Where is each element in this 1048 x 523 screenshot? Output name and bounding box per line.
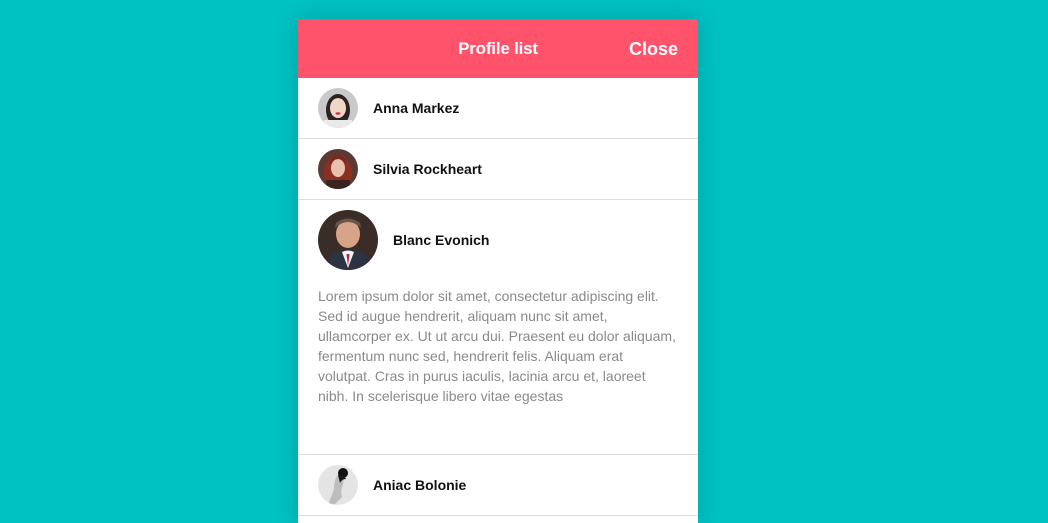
avatar-photo-woman-redhair-icon — [318, 149, 358, 189]
avatar-photo-woman-icon — [318, 88, 358, 128]
profile-item-anna-markez[interactable]: Anna Markez — [298, 78, 698, 139]
avatar-photo-man-suit-icon — [318, 210, 378, 270]
profile-item-blanc-evonich[interactable]: Blanc Evonich Lorem ipsum dolor sit amet… — [298, 200, 698, 455]
profile-item-silvia-rockheart[interactable]: Silvia Rockheart — [298, 139, 698, 200]
profile-item-aniac-bolonie[interactable]: Aniac Bolonie — [298, 455, 698, 516]
avatar-photo-woman-silhouette-icon — [318, 465, 358, 505]
profile-list-header: Profile list Close — [298, 19, 698, 78]
avatar — [318, 88, 358, 128]
profile-name: Anna Markez — [373, 100, 460, 116]
profile-item-header: Blanc Evonich — [318, 210, 678, 270]
avatar — [318, 210, 378, 270]
profile-bio: Lorem ipsum dolor sit amet, consectetur … — [318, 288, 676, 404]
close-button[interactable]: Close — [629, 19, 678, 80]
profile-name: Blanc Evonich — [393, 232, 490, 248]
profile-name: Silvia Rockheart — [373, 161, 482, 177]
profile-list-panel: Profile list Close Anna Markez Silvia Ro… — [298, 19, 698, 523]
avatar — [318, 465, 358, 505]
avatar — [318, 149, 358, 189]
profile-name: Aniac Bolonie — [373, 477, 467, 493]
